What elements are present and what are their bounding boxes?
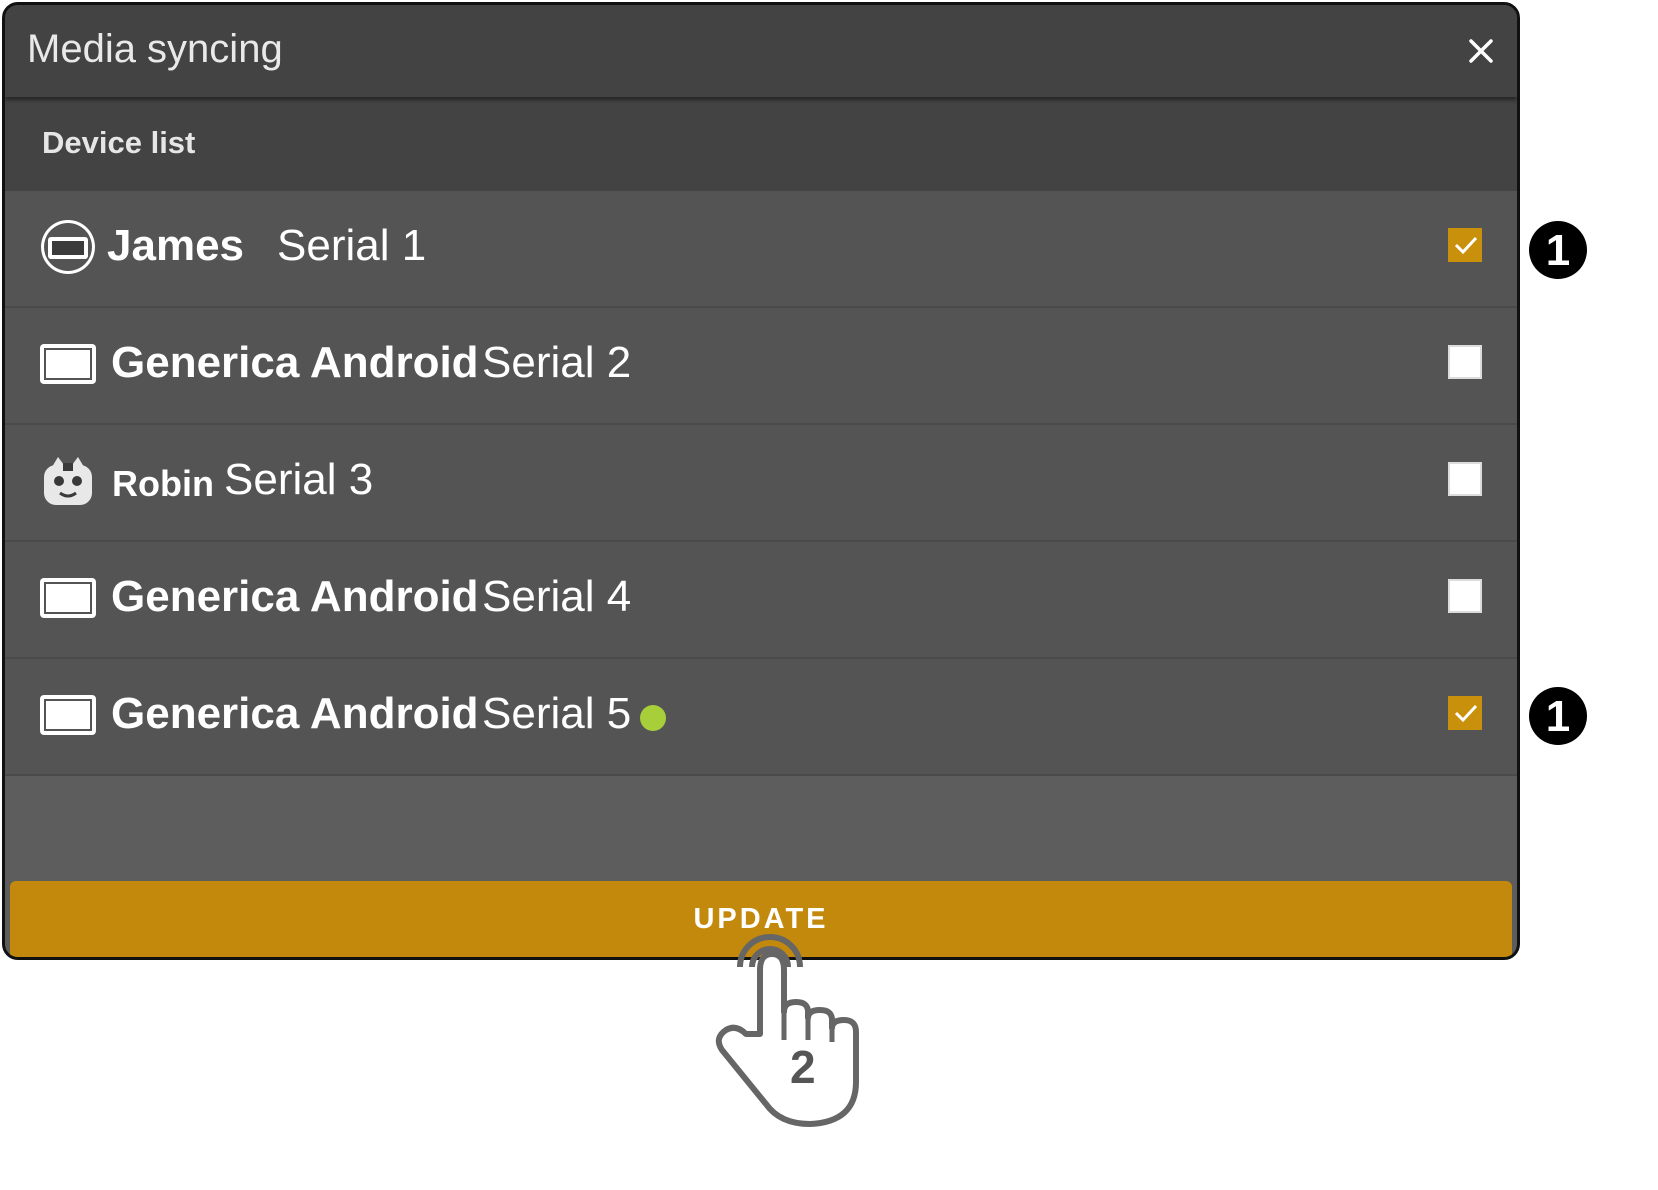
device-serial: Serial 4: [482, 572, 632, 621]
tablet-icon: [40, 578, 96, 618]
step-1-callout: 1: [1522, 680, 1594, 752]
checkmark-icon: [1454, 236, 1478, 255]
tablet-icon: [40, 344, 96, 384]
step-1-callout: 1: [1522, 214, 1594, 286]
online-status-dot: [640, 705, 666, 731]
device-list-header: Device list: [5, 97, 1517, 191]
checkmark-icon: [1454, 704, 1478, 723]
device-name: James: [107, 221, 245, 270]
device-serial: Serial 5: [482, 689, 632, 738]
dialog-header: Media syncing: [5, 5, 1517, 97]
device-checkbox[interactable]: [1448, 345, 1482, 379]
device-checkbox[interactable]: [1448, 228, 1482, 262]
device-list-label: Device list: [42, 125, 196, 160]
device-name: Robin: [112, 463, 214, 504]
device-checkbox[interactable]: [1448, 579, 1482, 613]
tap-hand-annotation: 2: [700, 932, 880, 1132]
close-button[interactable]: [1463, 33, 1499, 69]
dialog-title: Media syncing: [27, 27, 283, 71]
device-row[interactable]: Generica Android Serial 2: [5, 308, 1517, 425]
device-serial: Serial 3: [224, 455, 374, 504]
device-row[interactable]: James Serial 1: [5, 191, 1517, 308]
device-row[interactable]: Generica Android Serial 5: [5, 659, 1517, 776]
step-1-number: 1: [1545, 692, 1571, 741]
device-row[interactable]: Generica Android Serial 4: [5, 542, 1517, 659]
round-tablet-icon: [41, 220, 95, 274]
device-checkbox[interactable]: [1448, 462, 1482, 496]
robot-icon: [44, 457, 92, 505]
device-name: Generica Android: [111, 689, 479, 738]
device-checkbox[interactable]: [1448, 696, 1482, 730]
close-icon: [1469, 39, 1493, 63]
step-1-number: 1: [1545, 226, 1571, 275]
device-name: Generica Android: [111, 338, 479, 387]
tablet-icon: [40, 695, 96, 735]
device-name: Generica Android: [111, 572, 479, 621]
device-row[interactable]: Robin Serial 3: [5, 425, 1517, 542]
device-serial: Serial 1: [277, 221, 427, 270]
media-syncing-dialog: Media syncing Device list James Serial 1: [2, 2, 1520, 960]
pointer-hand-icon: [715, 934, 859, 1127]
step-2-number: 2: [790, 1041, 816, 1093]
device-serial: Serial 2: [482, 338, 632, 387]
